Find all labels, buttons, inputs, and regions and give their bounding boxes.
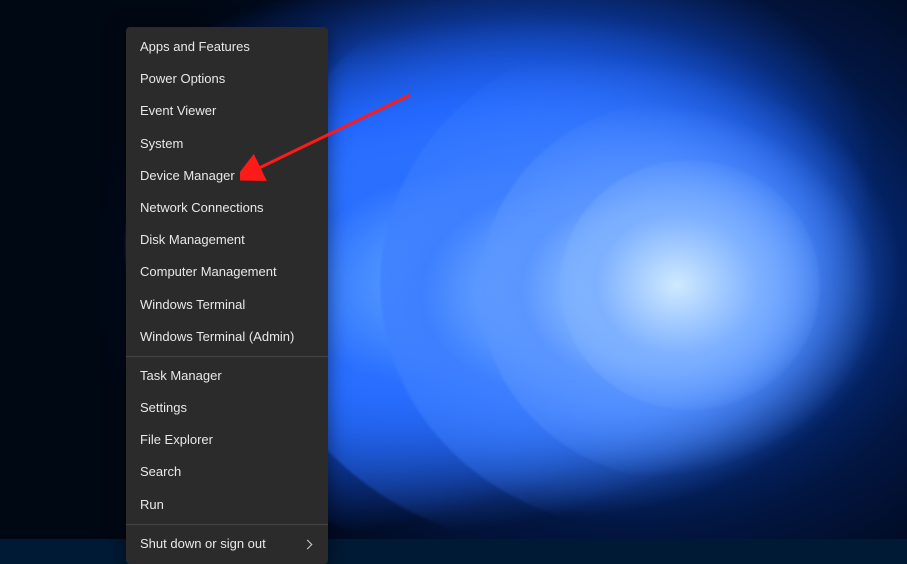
- menu-item-event-viewer[interactable]: Event Viewer: [126, 95, 328, 127]
- menu-item-windows-terminal-admin[interactable]: Windows Terminal (Admin): [126, 321, 328, 353]
- menu-item-system[interactable]: System: [126, 128, 328, 160]
- menu-item-label: Windows Terminal (Admin): [140, 328, 294, 346]
- menu-item-run[interactable]: Run: [126, 489, 328, 521]
- menu-item-label: Shut down or sign out: [140, 535, 266, 553]
- menu-item-label: Task Manager: [140, 367, 222, 385]
- menu-separator: [126, 356, 328, 357]
- menu-item-label: Network Connections: [140, 199, 264, 217]
- menu-item-apps-features[interactable]: Apps and Features: [126, 31, 328, 63]
- menu-item-label: Settings: [140, 399, 187, 417]
- menu-item-computer-management[interactable]: Computer Management: [126, 256, 328, 288]
- menu-item-label: File Explorer: [140, 431, 213, 449]
- menu-item-label: System: [140, 135, 183, 153]
- menu-item-search[interactable]: Search: [126, 456, 328, 488]
- menu-item-label: Windows Terminal: [140, 296, 245, 314]
- menu-item-shutdown-signout[interactable]: Shut down or sign out: [126, 528, 328, 560]
- menu-item-label: Apps and Features: [140, 38, 250, 56]
- wallpaper-wave: [560, 160, 820, 410]
- menu-item-file-explorer[interactable]: File Explorer: [126, 424, 328, 456]
- menu-separator: [126, 524, 328, 525]
- menu-item-settings[interactable]: Settings: [126, 392, 328, 424]
- menu-item-windows-terminal[interactable]: Windows Terminal: [126, 289, 328, 321]
- menu-item-device-manager[interactable]: Device Manager: [126, 160, 328, 192]
- menu-item-label: Disk Management: [140, 231, 245, 249]
- menu-group-2: Task Manager Settings File Explorer Search R…: [126, 360, 328, 521]
- menu-group-1: Apps and Features Power Options Event View…: [126, 31, 328, 353]
- menu-item-label: Search: [140, 463, 181, 481]
- menu-item-power-options[interactable]: Power Options: [126, 63, 328, 95]
- menu-item-task-manager[interactable]: Task Manager: [126, 360, 328, 392]
- menu-group-3: Shut down or sign out: [126, 528, 328, 560]
- menu-item-label: Computer Management: [140, 263, 277, 281]
- chevron-right-icon: [304, 539, 314, 549]
- menu-item-label: Device Manager: [140, 167, 235, 185]
- menu-item-network-connections[interactable]: Network Connections: [126, 192, 328, 224]
- menu-item-disk-management[interactable]: Disk Management: [126, 224, 328, 256]
- menu-item-label: Event Viewer: [140, 102, 216, 120]
- winx-context-menu: Apps and Features Power Options Event View…: [126, 27, 328, 564]
- menu-item-label: Power Options: [140, 70, 225, 88]
- menu-item-label: Run: [140, 496, 164, 514]
